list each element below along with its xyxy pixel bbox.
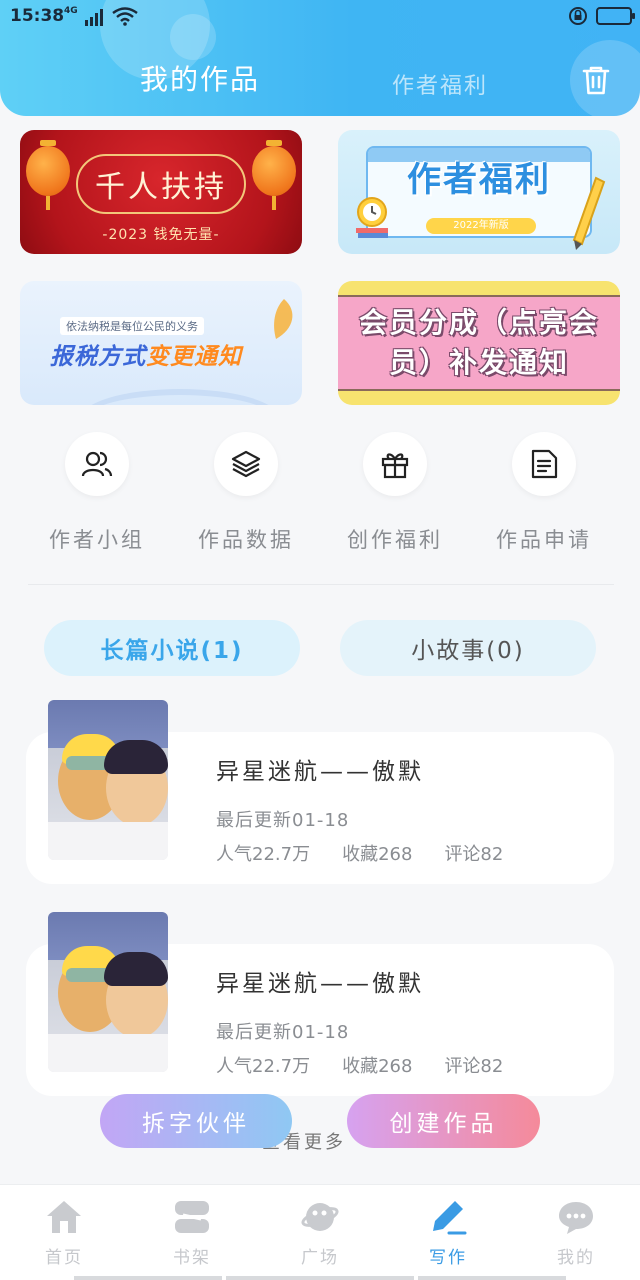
tab-my-works[interactable]: 我的作品: [140, 58, 260, 98]
lock-rotation-icon: [569, 7, 587, 25]
work-stats: 人气22.7万 收藏268 评论82: [216, 1052, 503, 1078]
banner-member-share-notice[interactable]: 会员分成（点亮会员）补发通知: [338, 281, 620, 405]
home-indicator: [74, 1276, 222, 1280]
banner-tax-notice[interactable]: 依法纳税是每位公民的义务 报税方式变更通知: [20, 281, 302, 405]
nav-label: 我的: [557, 1248, 595, 1268]
planet-icon: [301, 1203, 339, 1231]
tab-short-stories[interactable]: 小故事(0): [340, 620, 596, 676]
quick-action-icon-wrap: [512, 432, 576, 496]
work-title: 异星迷航——傲默: [216, 759, 424, 785]
quick-action-icon-wrap: [214, 432, 278, 496]
clock-icon: [356, 197, 388, 238]
banner-title: 会员分成（点亮会员）补发通知: [358, 306, 599, 379]
wifi-icon: [111, 7, 138, 26]
pencil-icon: [572, 176, 606, 250]
work-favorites: 收藏268: [342, 1056, 413, 1077]
quick-action-icon-wrap: [65, 432, 129, 496]
divider: [28, 584, 614, 585]
home-indicator: [226, 1276, 414, 1280]
status-right: [568, 6, 635, 26]
banner-thousand-support[interactable]: 千人扶持 -2023 钱免无量-: [20, 130, 302, 254]
cover-hair: [104, 740, 168, 774]
banner-title-main: 报税方式: [50, 344, 146, 370]
nav-write[interactable]: 写作: [384, 1197, 512, 1268]
quick-action-work-application[interactable]: 作品申请: [474, 432, 614, 554]
work-cover[interactable]: [48, 700, 168, 860]
quick-action-label: 作品数据: [198, 528, 294, 552]
work-popularity: 人气22.7万: [216, 1056, 311, 1077]
quick-action-author-group[interactable]: 作者小组: [27, 432, 167, 554]
work-stats: 人气22.7万 收藏268 评论82: [216, 840, 503, 866]
work-cover[interactable]: [48, 912, 168, 1072]
home-icon: [47, 1201, 81, 1233]
nav-home[interactable]: 首页: [0, 1197, 128, 1268]
banner-small-text: 依法纳税是每位公民的义务: [60, 317, 204, 335]
work-comments: 评论82: [444, 844, 504, 865]
tab-author-benefits[interactable]: 作者福利: [392, 68, 488, 100]
nav-label: 首页: [45, 1248, 83, 1268]
quick-action-label: 作者小组: [49, 528, 145, 552]
status-icons: 4G: [64, 6, 138, 26]
quick-action-label: 作品申请: [496, 528, 592, 552]
quick-action-icon-wrap: [363, 432, 427, 496]
banner-title: 作者福利: [407, 160, 551, 200]
work-comments: 评论82: [444, 1056, 504, 1077]
banner-badge: 2022年新版: [426, 218, 536, 234]
nav-icon-wrap: [428, 1197, 468, 1237]
chat-bubble-icon: [559, 1202, 593, 1234]
gift-icon: [381, 453, 409, 479]
leaf-icon: [274, 299, 293, 339]
nav-mine[interactable]: 我的: [512, 1197, 640, 1268]
users-icon: [81, 451, 113, 477]
document-icon: [531, 449, 558, 479]
cover-shirt: [48, 822, 168, 860]
lantern-icon: [252, 140, 296, 210]
partner-button[interactable]: 拆字伙伴: [100, 1094, 292, 1148]
layers-icon: [231, 450, 261, 478]
battery-icon: [596, 7, 635, 25]
network-label: 4G: [64, 6, 78, 16]
banner-author-benefits[interactable]: 作者福利 2022年新版: [338, 130, 620, 254]
work-favorites: 收藏268: [342, 844, 413, 865]
signal-icon: [84, 9, 103, 26]
cover-hair: [104, 952, 168, 986]
quick-action-label: 创作福利: [347, 528, 443, 552]
lantern-icon: [26, 140, 70, 210]
nav-bookshelf[interactable]: 书架: [128, 1197, 256, 1268]
work-updated: 最后更新01-18: [216, 1022, 350, 1043]
header: 15:38 4G 我的作品 作者福利: [0, 0, 640, 116]
bottom-nav: 首页 书架 广场 写作 我的: [0, 1184, 640, 1280]
status-bar: 15:38 4G: [0, 0, 640, 34]
nav-square[interactable]: 广场: [256, 1197, 384, 1268]
pen-icon: [433, 1201, 467, 1235]
tab-long-novels[interactable]: 长篇小说(1): [44, 620, 300, 676]
work-popularity: 人气22.7万: [216, 844, 311, 865]
trash-icon: [582, 66, 610, 95]
banner-title: 千人扶持: [76, 154, 246, 214]
bookshelf-icon: [175, 1201, 209, 1233]
work-title: 异星迷航——傲默: [216, 971, 424, 997]
quick-action-work-data[interactable]: 作品数据: [176, 432, 316, 554]
status-time: 15:38: [10, 6, 65, 26]
work-updated: 最后更新01-18: [216, 810, 350, 831]
nav-icon-wrap: [44, 1197, 84, 1237]
trash-button[interactable]: [578, 62, 614, 98]
banner-subtitle: -2023 钱免无量-: [102, 227, 220, 243]
quick-action-creation-benefits[interactable]: 创作福利: [325, 432, 465, 554]
nav-icon-wrap: [172, 1197, 212, 1237]
banner-title-highlight: 变更通知: [146, 344, 242, 370]
home-indicator: [418, 1276, 566, 1280]
nav-icon-wrap: [300, 1197, 340, 1237]
banner-title: 报税方式变更通知: [50, 337, 242, 371]
decor-arc: [80, 389, 280, 405]
nav-icon-wrap: [556, 1197, 596, 1237]
nav-label: 书架: [173, 1248, 211, 1268]
nav-label: 写作: [429, 1248, 467, 1268]
create-work-button[interactable]: 创建作品: [347, 1094, 540, 1148]
nav-label: 广场: [301, 1248, 339, 1268]
cover-shirt: [48, 1034, 168, 1072]
